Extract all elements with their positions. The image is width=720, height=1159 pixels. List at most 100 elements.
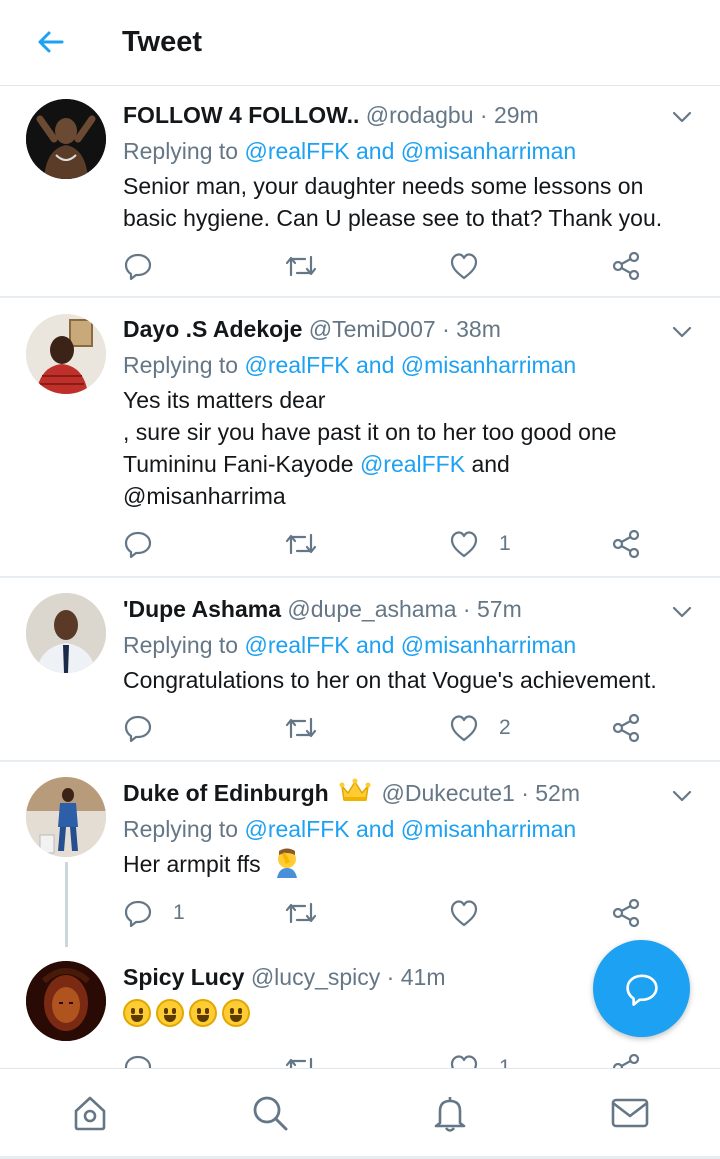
mention-misanharriman[interactable]: @misanharriman (401, 138, 576, 164)
back-button[interactable] (30, 24, 70, 60)
replying-to-label: Replying to (123, 352, 239, 378)
tweet-meta: Duke of Edinburgh @Dukecute1 · 52m (123, 777, 694, 809)
tweet-replies-list[interactable]: FOLLOW 4 FOLLOW.. @rodagbu · 29m Replyin… (0, 87, 720, 1068)
retweet-button[interactable] (285, 249, 337, 283)
list-item[interactable]: Dayo .S Adekoje @TemiD007 · 38m Replying… (0, 298, 720, 576)
avatar-image (26, 99, 106, 179)
and-link[interactable]: and (356, 138, 394, 164)
mention-realffk[interactable]: @realFFK (244, 632, 349, 658)
tweet-actions: 1 (123, 1051, 663, 1068)
reply-icon (124, 715, 152, 743)
and-link[interactable]: and (356, 632, 394, 658)
mention-misanharriman[interactable]: @misanharriman (401, 352, 576, 378)
avatar[interactable] (26, 593, 106, 673)
chevron-down-icon[interactable] (670, 105, 694, 129)
mention-realffk[interactable]: @realFFK (244, 138, 349, 164)
tweet-text-segment: Tumininu Fani-Kayode (123, 451, 354, 477)
retweet-button[interactable] (285, 711, 337, 745)
author-handle[interactable]: @Dukecute1 (382, 780, 515, 806)
retweet-button[interactable] (285, 896, 337, 930)
author-name[interactable]: Spicy Lucy (123, 964, 244, 990)
nav-home[interactable] (68, 1091, 112, 1135)
tweet-content: Dayo .S Adekoje @TemiD007 · 38m Replying… (123, 313, 694, 512)
compose-reply-icon (625, 973, 658, 1006)
reply-icon (124, 531, 152, 559)
reply-button[interactable]: 1 (123, 896, 185, 930)
compose-reply-button[interactable] (593, 940, 690, 1037)
tweet-text-line: Congratulations to her on that Vogue's a… (123, 667, 657, 693)
like-button[interactable]: 1 (449, 527, 511, 561)
share-button[interactable] (611, 527, 641, 561)
like-count: 2 (499, 716, 511, 739)
tweet-time[interactable]: 52m (535, 780, 580, 806)
share-button[interactable] (611, 249, 641, 283)
bell-icon (434, 1097, 466, 1132)
reply-button[interactable] (123, 527, 173, 561)
nav-messages[interactable] (608, 1091, 652, 1135)
tweet-time[interactable]: 29m (494, 102, 539, 128)
reply-button[interactable] (123, 711, 173, 745)
author-handle[interactable]: @TemiD007 (309, 316, 436, 342)
tweet-content: 'Dupe Ashama @dupe_ashama · 57m Replying… (123, 593, 694, 696)
retweet-button[interactable] (285, 527, 337, 561)
like-button[interactable] (449, 249, 499, 283)
like-button[interactable] (449, 896, 499, 930)
tweet-time[interactable]: 41m (401, 964, 446, 990)
mention-misanharriman[interactable]: @misanharriman (401, 632, 576, 658)
mention-realffk[interactable]: @realFFK (244, 816, 349, 842)
share-button[interactable] (611, 1051, 641, 1068)
avatar[interactable] (26, 314, 106, 394)
tweet-time[interactable]: 57m (477, 596, 522, 622)
author-name[interactable]: FOLLOW 4 FOLLOW.. (123, 102, 359, 128)
list-item[interactable]: 'Dupe Ashama @dupe_ashama · 57m Replying… (0, 578, 720, 760)
and-link[interactable]: and (356, 816, 394, 842)
and-link[interactable]: and (356, 352, 394, 378)
facepalm-emoji-icon (277, 848, 297, 878)
share-icon (612, 529, 640, 559)
retweet-button[interactable] (285, 1051, 337, 1068)
tweet-meta: Dayo .S Adekoje @TemiD007 · 38m (123, 313, 694, 345)
tweet-text-line: , sure sir you have past it on to her to… (123, 419, 617, 445)
author-name[interactable]: Duke of Edinburgh (123, 780, 329, 806)
nav-search[interactable] (248, 1091, 292, 1135)
replying-to-label: Replying to (123, 816, 239, 842)
avatar-image (26, 314, 106, 394)
avatar[interactable] (26, 777, 106, 857)
share-button[interactable] (611, 711, 641, 745)
replying-to-line: Replying to @realFFK and @misanharriman (123, 349, 694, 381)
reply-icon (124, 900, 152, 928)
top-bar: Tweet (0, 0, 720, 86)
author-handle[interactable]: @dupe_ashama (287, 596, 456, 622)
chevron-down-icon[interactable] (670, 784, 694, 808)
share-icon (612, 898, 640, 928)
author-name[interactable]: Dayo .S Adekoje (123, 316, 302, 342)
tweet-text-line: basic hygiene. Can U please see to that?… (123, 205, 663, 231)
chevron-down-icon[interactable] (670, 320, 694, 344)
avatar[interactable] (26, 961, 106, 1041)
tweet-content: FOLLOW 4 FOLLOW.. @rodagbu · 29m Replyin… (123, 99, 694, 234)
like-button[interactable]: 1 (449, 1051, 511, 1068)
chevron-down-icon[interactable] (670, 600, 694, 624)
mention-misanharriman[interactable]: @misanharriman (401, 816, 576, 842)
nav-notifications[interactable] (428, 1091, 472, 1135)
search-icon (253, 1096, 288, 1131)
mention-realffk[interactable]: @realFFK (244, 352, 349, 378)
retweet-icon (285, 717, 317, 739)
separator-dot: · (442, 316, 450, 342)
list-item[interactable]: Duke of Edinburgh @Dukecute1 · 52m Reply… (0, 762, 720, 947)
retweet-icon (285, 902, 317, 924)
share-icon (612, 1053, 640, 1068)
heart-icon (450, 900, 478, 927)
reply-button[interactable] (123, 249, 173, 283)
list-item[interactable]: FOLLOW 4 FOLLOW.. @rodagbu · 29m Replyin… (0, 87, 720, 297)
like-button[interactable]: 2 (449, 711, 511, 745)
reply-button[interactable] (123, 1051, 173, 1068)
author-handle[interactable]: @lucy_spicy (251, 964, 380, 990)
tweet-text-line: Senior man, your daughter needs some les… (123, 173, 644, 199)
author-handle[interactable]: @rodagbu (366, 102, 474, 128)
share-button[interactable] (611, 896, 641, 930)
author-name[interactable]: 'Dupe Ashama (123, 596, 281, 622)
mention-realffk-inline[interactable]: @realFFK (360, 451, 465, 477)
tweet-time[interactable]: 38m (456, 316, 501, 342)
avatar[interactable] (26, 99, 106, 179)
